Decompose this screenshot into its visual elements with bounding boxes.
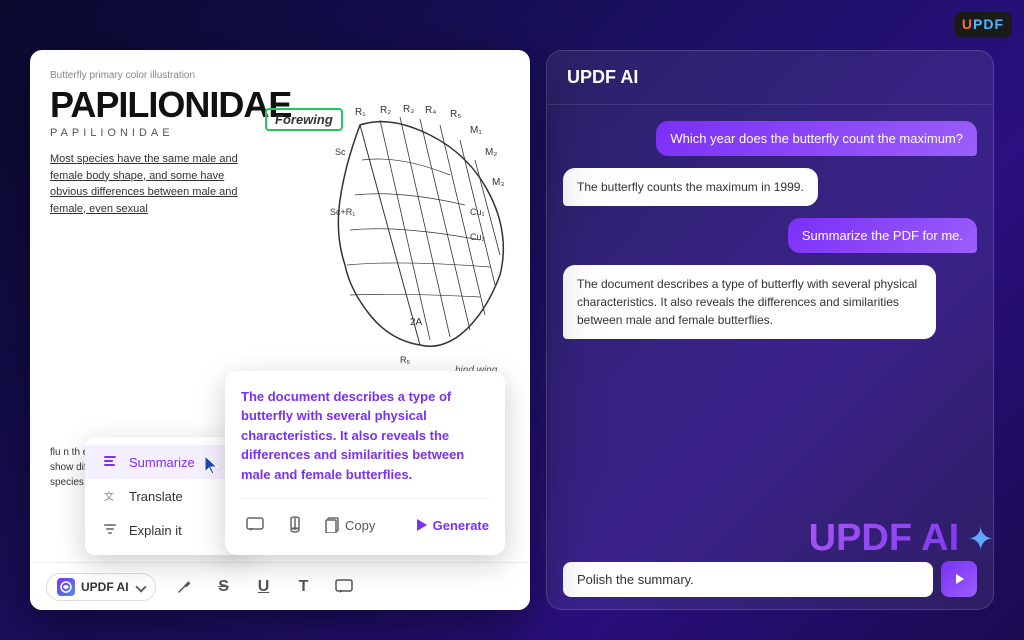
pdf-body-text: Most species have the same male and fema… (50, 151, 250, 217)
wing-illustration: R₁ R₂ R₃ R₄ R₅ M₁ M₂ M₃ Sc Cu₁ Cu₂ 2A Sc… (300, 105, 520, 395)
logo-pdf: PDF (973, 16, 1004, 32)
translate-icon: 文 (101, 487, 119, 505)
dropdown-item-explain[interactable]: Explain it (85, 513, 245, 547)
svg-text:R₁: R₁ (355, 107, 366, 118)
dropdown-item-translate[interactable]: 文 Translate (85, 479, 245, 513)
dropdown-menu: Summarize 文 Translate Explain it (85, 437, 245, 555)
svg-text:Sc+R₁: Sc+R₁ (330, 207, 355, 217)
updf-logo: UPDF (954, 12, 1012, 38)
ai-messages: Which year does the butterfly count the … (547, 105, 993, 549)
ai-input[interactable] (563, 562, 933, 597)
svg-text:R₅: R₅ (450, 109, 461, 120)
summary-text: The document describes a type of butterf… (241, 387, 489, 485)
svg-text:Sc: Sc (335, 147, 346, 157)
cursor-arrow (205, 456, 225, 480)
strikethrough-icon[interactable]: S (212, 575, 236, 599)
user-message-1: Which year does the butterfly count the … (656, 121, 977, 156)
chevron-down-icon (135, 581, 146, 592)
edit-action-icon[interactable] (281, 511, 309, 539)
svg-text:M₃: M₃ (492, 177, 504, 188)
svg-text:R₃: R₃ (403, 105, 414, 115)
svg-text:文: 文 (104, 490, 114, 503)
ai-message-1: The butterfly counts the maximum in 1999… (563, 168, 818, 206)
underline-icon[interactable]: U (252, 575, 276, 599)
ai-panel-header: UPDF AI (547, 51, 993, 105)
pdf-subtitle: Butterfly primary color illustration (50, 70, 510, 81)
sparkle-icon: ✦ (967, 520, 994, 558)
svg-text:R₅: R₅ (400, 355, 410, 365)
ai-message-2: The document describes a type of butterf… (563, 265, 936, 339)
send-arrow-icon (956, 574, 964, 584)
svg-text:Cu₁: Cu₁ (470, 207, 485, 217)
summarize-label: Summarize (129, 455, 195, 470)
translate-label: Translate (129, 489, 183, 504)
chat-action-icon[interactable] (241, 511, 269, 539)
copy-button[interactable]: Copy (325, 517, 375, 533)
logo-u: U (962, 16, 973, 32)
send-button[interactable] (941, 561, 977, 597)
generate-label: Generate (433, 518, 489, 533)
svg-text:R₄: R₄ (425, 105, 436, 116)
generate-button[interactable]: Generate (417, 518, 489, 533)
updf-ai-brand: UPDF AI ✦ (809, 517, 994, 560)
svg-text:Cu₂: Cu₂ (470, 232, 486, 242)
user-message-2: Summarize the PDF for me. (788, 218, 977, 253)
highlight-icon[interactable] (172, 575, 196, 599)
ai-icon (57, 578, 75, 596)
generate-arrow-icon (417, 519, 427, 531)
pdf-toolbar: UPDF AI S U T (30, 562, 530, 610)
pdf-panel: Butterfly primary color illustration PAP… (30, 50, 530, 610)
summary-popup: The document describes a type of butterf… (225, 371, 505, 556)
svg-text:R₂: R₂ (380, 105, 391, 116)
updf-ai-brand-text: UPDF AI (809, 517, 960, 560)
explain-label: Explain it (129, 523, 182, 538)
updf-ai-button[interactable]: UPDF AI (46, 573, 156, 601)
svg-text:M₁: M₁ (470, 125, 482, 136)
svg-text:M₂: M₂ (485, 147, 497, 158)
copy-label: Copy (345, 518, 375, 533)
summarize-icon (101, 453, 119, 471)
explain-icon (101, 521, 119, 539)
summary-actions: Copy Generate (241, 498, 489, 539)
text-icon[interactable]: T (292, 575, 316, 599)
ai-btn-label: UPDF AI (81, 580, 129, 594)
svg-text:2A: 2A (410, 317, 423, 328)
comment-icon[interactable] (332, 575, 356, 599)
